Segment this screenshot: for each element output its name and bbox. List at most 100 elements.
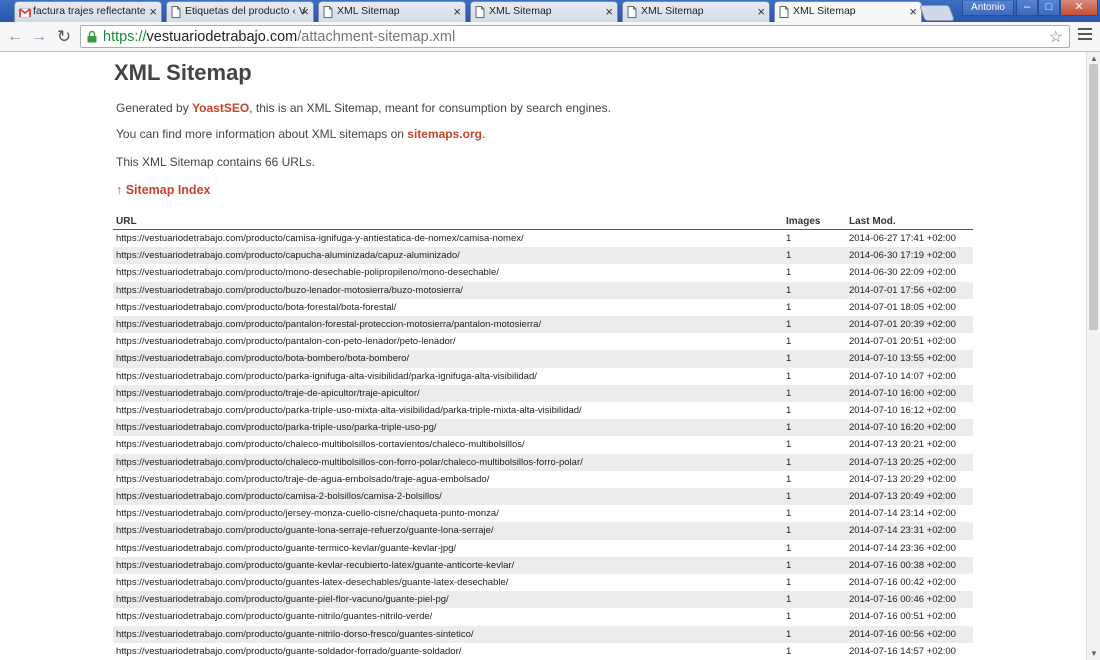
sitemap-url-link[interactable]: https://vestuariodetrabajo.com/producto/… [113,505,783,522]
table-row: https://vestuariodetrabajo.com/producto/… [113,505,973,522]
sitemap-url-link[interactable]: https://vestuariodetrabajo.com/producto/… [113,471,783,488]
maximize-button[interactable]: □ [1038,0,1060,16]
browser-tab[interactable]: XML Sitemap × [470,1,618,22]
tab-close-icon[interactable]: × [149,2,157,21]
last-modified-cell: 2014-07-16 00:56 +02:00 [846,625,973,643]
image-count-cell: 1 [786,370,792,382]
image-count-cell: 1 [786,439,792,451]
sitemap-url-link[interactable]: https://vestuariodetrabajo.com/producto/… [113,316,783,334]
gmail-icon [19,6,31,18]
tab-strip: factura trajes reflectante × Etiquetas del… [0,0,1100,23]
image-count-cell: 1 [786,542,792,554]
forward-arrow-icon: → [31,28,47,45]
sitemap-url-link[interactable]: https://vestuariodetrabajo.com/producto/… [113,625,783,643]
table-row: https://vestuariodetrabajo.com/producto/… [113,368,973,385]
tab-title: factura trajes reflectante [33,5,146,17]
browser-tab[interactable]: factura trajes reflectante × [14,1,162,22]
tab-close-icon[interactable]: × [301,2,309,21]
tab-title: XML Sitemap [793,5,856,17]
lock-icon [87,30,97,43]
sitemap-url-link[interactable]: https://vestuariodetrabajo.com/producto/… [113,591,783,609]
last-modified-cell: 2014-06-30 22:09 +02:00 [849,267,956,279]
sitemap-url-link[interactable]: https://vestuariodetrabajo.com/producto/… [113,368,783,385]
sitemap-url-link[interactable]: https://vestuariodetrabajo.com/producto/… [113,281,783,299]
tab-title: XML Sitemap [489,5,552,17]
back-arrow-icon: ← [7,28,23,45]
user-profile-button[interactable]: Antonio [962,1,1014,16]
last-modified-cell: 2014-07-01 20:39 +02:00 [846,316,973,334]
close-window-button[interactable]: ✕ [1060,0,1098,16]
image-count-cell: 1 [786,508,792,520]
sitemap-url-link[interactable]: https://vestuariodetrabajo.com/producto/… [113,264,783,281]
sitemap-url-link[interactable]: https://vestuariodetrabajo.com/producto/… [113,453,783,471]
sitemap-url-link[interactable]: https://vestuariodetrabajo.com/producto/… [113,384,783,403]
page-icon [323,6,333,18]
forward-button[interactable]: → [29,27,49,47]
sitemap-url-link[interactable]: https://vestuariodetrabajo.com/producto/… [113,247,783,265]
scroll-down-arrow-icon[interactable]: ▼ [1090,649,1098,658]
browser-tab[interactable]: XML Sitemap × [774,1,922,23]
column-header-images: Images [783,214,846,230]
sitemap-url-link[interactable]: https://vestuariodetrabajo.com/producto/… [113,540,783,557]
yoastseo-link[interactable]: YoastSEO [192,101,249,115]
table-row: https://vestuariodetrabajo.com/producto/… [113,453,973,471]
scroll-up-arrow-icon[interactable]: ▲ [1090,54,1098,63]
sitemap-url-link[interactable]: https://vestuariodetrabajo.com/producto/… [113,488,783,506]
sitemap-url-link[interactable]: https://vestuariodetrabajo.com/producto/… [113,230,783,248]
image-count-cell: 1 [786,405,792,417]
table-row: https://vestuariodetrabajo.com/producto/… [113,333,973,350]
table-row: https://vestuariodetrabajo.com/producto/… [113,350,973,368]
tab-close-icon[interactable]: × [757,2,765,21]
table-row: https://vestuariodetrabajo.com/producto/… [113,488,973,506]
sitemap-url-link[interactable]: https://vestuariodetrabajo.com/producto/… [113,436,783,453]
vertical-scrollbar[interactable]: ▲ ▼ [1086,52,1100,660]
new-tab-button[interactable] [919,5,955,21]
minimize-button[interactable]: – [1016,0,1038,16]
sitemap-url-link[interactable]: https://vestuariodetrabajo.com/producto/… [113,608,783,625]
tab-close-icon[interactable]: × [909,2,917,21]
sitemap-url-link[interactable]: https://vestuariodetrabajo.com/producto/… [113,299,783,316]
sitemap-url-link[interactable]: https://vestuariodetrabajo.com/producto/… [113,419,783,437]
image-count-cell: 1 [786,233,792,244]
last-modified-cell: 2014-06-30 17:19 +02:00 [846,247,973,265]
last-modified-cell: 2014-07-14 23:31 +02:00 [846,522,973,540]
scrollbar-thumb[interactable] [1089,64,1098,330]
last-modified-cell: 2014-07-13 20:25 +02:00 [846,453,973,471]
sitemap-url-link[interactable]: https://vestuariodetrabajo.com/producto/… [113,522,783,540]
table-row: https://vestuariodetrabajo.com/producto/… [113,471,973,488]
table-row: https://vestuariodetrabajo.com/producto/… [113,281,973,299]
page-icon [171,6,181,18]
browser-tab[interactable]: XML Sitemap × [622,1,770,22]
tab-title: XML Sitemap [337,5,400,17]
table-row: https://vestuariodetrabajo.com/producto/… [113,299,973,316]
image-count-cell: 1 [786,611,792,623]
reload-button[interactable]: ↻ [54,27,74,47]
tab-close-icon[interactable]: × [605,2,613,21]
last-modified-cell: 2014-07-01 18:05 +02:00 [849,301,956,313]
last-modified-cell: 2014-07-13 20:21 +02:00 [849,439,956,451]
last-modified-cell: 2014-07-10 14:07 +02:00 [849,370,956,382]
sitemaps-org-link[interactable]: sitemaps.org [407,127,482,141]
sitemap-url-link[interactable]: https://vestuariodetrabajo.com/producto/… [113,350,783,368]
tab-close-icon[interactable]: × [453,2,461,21]
image-count-cell: 1 [786,473,792,485]
sitemap-url-link[interactable]: https://vestuariodetrabajo.com/producto/… [113,574,783,591]
sitemap-url-link[interactable]: https://vestuariodetrabajo.com/producto/… [113,556,783,575]
sitemap-url-link[interactable]: https://vestuariodetrabajo.com/producto/… [113,643,783,660]
browser-tab[interactable]: Etiquetas del producto ‹ V × [166,1,314,22]
sitemap-url-link[interactable]: https://vestuariodetrabajo.com/producto/… [113,333,783,350]
last-modified-cell: 2014-07-01 17:56 +02:00 [846,281,973,299]
chrome-menu-icon[interactable] [1078,28,1092,46]
browser-tab[interactable]: XML Sitemap × [318,1,466,22]
address-bar[interactable]: https://vestuariodetrabajo.com/attachmen… [80,25,1070,48]
sitemap-index-link[interactable]: ↑ Sitemap Index [116,183,210,197]
table-row: https://vestuariodetrabajo.com/producto/… [113,643,973,660]
back-button[interactable]: ← [5,27,25,47]
bookmark-star-icon[interactable]: ☆ [1049,27,1063,47]
last-modified-cell: 2014-07-16 00:51 +02:00 [849,611,956,623]
page-content: XML Sitemap Generated by YoastSEO, this … [0,52,1086,660]
generated-by-text: Generated by YoastSEO, this is an XML Si… [116,101,611,115]
sitemap-url-link[interactable]: https://vestuariodetrabajo.com/producto/… [113,402,783,419]
image-count-cell: 1 [786,577,792,589]
sitemap-table: URL Images Last Mod. https://vestuariode… [113,214,973,660]
